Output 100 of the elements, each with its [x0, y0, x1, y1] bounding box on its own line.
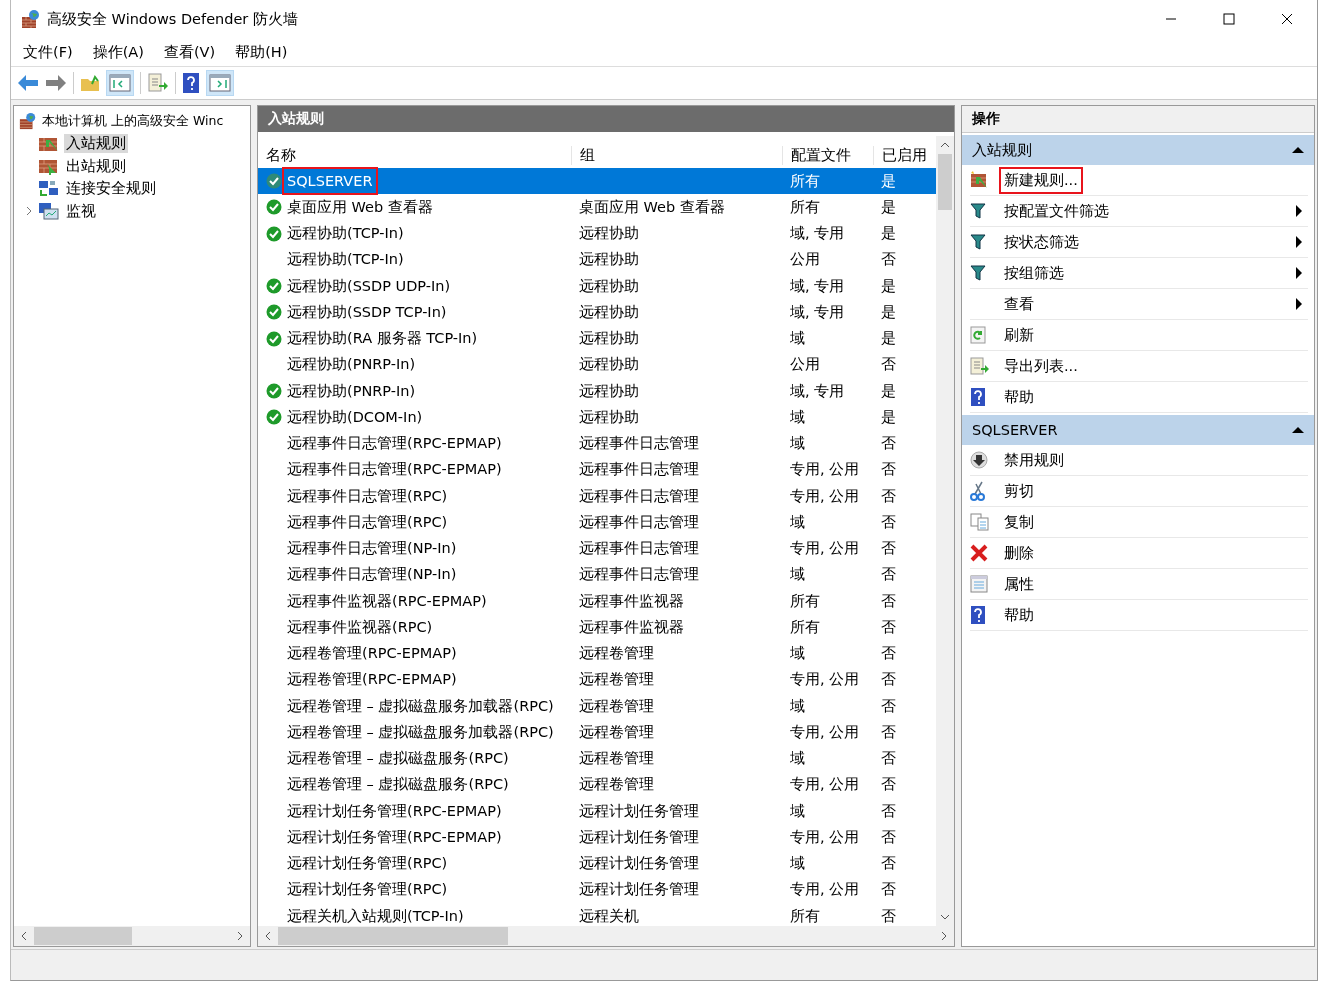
action-item[interactable]: 删除	[970, 538, 1308, 569]
action-item[interactable]: 帮助	[970, 600, 1308, 631]
rule-row[interactable]: 远程卷管理 – 虚拟磁盘服务(RPC) 远程卷管理 专用, 公用 否	[258, 771, 936, 798]
column-header[interactable]: 组	[571, 146, 782, 165]
scroll-thumb[interactable]	[938, 154, 952, 210]
expand-chevron-icon[interactable]	[24, 206, 34, 217]
action-item[interactable]: 属性	[970, 569, 1308, 600]
table-cell: 远程卷管理	[579, 749, 654, 769]
table-cell-text: 远程卷管理(RPC-EPMAP)	[286, 644, 458, 664]
action-item[interactable]: 剪切	[970, 476, 1308, 507]
back-arrow-icon[interactable]	[17, 74, 39, 92]
rule-row[interactable]: 远程协助(TCP-In) 远程协助 公用 否	[258, 246, 936, 273]
rule-row[interactable]: SQLSERVER 所有 是	[258, 168, 936, 195]
tree-item[interactable]: 监视	[64, 201, 98, 221]
action-item[interactable]: 查看	[970, 289, 1308, 320]
scroll-right-icon[interactable]	[237, 931, 243, 941]
action-item[interactable]: 帮助	[970, 382, 1308, 413]
rule-row[interactable]: 远程协助(SSDP TCP-In) 远程协助 域, 专用 是	[258, 299, 936, 326]
tree-item[interactable]: 入站规则	[64, 134, 128, 154]
scroll-left-icon[interactable]	[265, 931, 271, 941]
table-cell-text: 远程关机入站规则(TCP-In)	[286, 906, 465, 926]
table-cell: 远程卷管理	[579, 670, 654, 690]
table-cell: 公用	[790, 250, 820, 270]
rule-row[interactable]: 远程事件日志管理(RPC) 远程事件日志管理 专用, 公用 否	[258, 483, 936, 510]
pane-toggle-icon[interactable]	[106, 70, 134, 96]
rule-row[interactable]: 远程协助(TCP-In) 远程协助 域, 专用 是	[258, 220, 936, 247]
help-icon[interactable]	[182, 72, 200, 94]
rule-row[interactable]: 远程关机入站规则(TCP-In) 远程关机 所有 否	[258, 903, 936, 926]
rule-row[interactable]: 远程协助(PNRP-In) 远程协助 公用 否	[258, 351, 936, 378]
section-header[interactable]: SQLSERVER	[962, 415, 1314, 445]
action-item[interactable]: 新建规则...	[970, 165, 1308, 196]
column-header[interactable]: 配置文件	[782, 146, 873, 165]
collapse-caret-icon[interactable]	[1292, 426, 1304, 434]
table-cell-text: 远程事件日志管理(NP-In)	[286, 539, 458, 559]
brick-wall-arrow-icon	[38, 157, 60, 176]
table-cell: 专用, 公用	[790, 775, 860, 795]
rule-row[interactable]: 远程计划任务管理(RPC) 远程计划任务管理 域 否	[258, 850, 936, 877]
action-pane-toggle-icon[interactable]	[206, 70, 234, 96]
table-cell: 域, 专用	[790, 276, 845, 296]
scroll-down-icon[interactable]	[940, 914, 950, 920]
rule-row[interactable]: 远程事件日志管理(RPC) 远程事件日志管理 域 否	[258, 509, 936, 536]
menu-item[interactable]: 操作(A)	[92, 42, 144, 62]
forward-arrow-icon[interactable]	[45, 74, 67, 92]
tree-item[interactable]: 本地计算机 上的高级安全 Winc	[42, 112, 224, 130]
column-header[interactable]: 名称	[258, 146, 571, 165]
rule-row[interactable]: 远程计划任务管理(RPC) 远程计划任务管理 专用, 公用 否	[258, 876, 936, 903]
tree-item[interactable]: 出站规则	[64, 156, 128, 176]
rule-row[interactable]: 远程协助(RA 服务器 TCP-In) 远程协助 域 是	[258, 325, 936, 352]
rule-row[interactable]: 远程卷管理 – 虚拟磁盘服务加载器(RPC) 远程卷管理 域 否	[258, 693, 936, 720]
rule-row[interactable]: 桌面应用 Web 查看器 桌面应用 Web 查看器 所有 是	[258, 194, 936, 221]
action-item[interactable]: 刷新	[970, 320, 1308, 351]
rule-row[interactable]: 远程计划任务管理(RPC-EPMAP) 远程计划任务管理 专用, 公用 否	[258, 824, 936, 851]
action-item[interactable]: 复制	[970, 507, 1308, 538]
action-item[interactable]: 导出列表...	[970, 351, 1308, 382]
horizontal-scrollbar[interactable]	[14, 926, 250, 946]
table-cell: 远程卷管理	[579, 722, 654, 742]
action-item[interactable]: 禁用规则	[970, 445, 1308, 476]
rule-row[interactable]: 远程卷管理 – 虚拟磁盘服务加载器(RPC) 远程卷管理 专用, 公用 否	[258, 719, 936, 746]
scroll-up-icon[interactable]	[940, 142, 950, 148]
vertical-scrollbar[interactable]	[936, 136, 954, 926]
menu-item[interactable]: 文件(F)	[23, 42, 73, 62]
folder-up-icon[interactable]	[80, 74, 100, 92]
action-item[interactable]: 按配置文件筛选	[970, 196, 1308, 227]
action-label: 帮助	[1003, 387, 1035, 407]
table-cell: 远程协助	[579, 224, 639, 244]
action-label: 复制	[1003, 512, 1035, 532]
horizontal-scrollbar[interactable]	[258, 926, 954, 946]
table-cell: 远程协助	[579, 381, 639, 401]
menu-item[interactable]: 查看(V)	[163, 42, 216, 62]
tree-item[interactable]: 连接安全规则	[64, 179, 158, 199]
scroll-left-icon[interactable]	[21, 931, 27, 941]
filter-icon	[970, 234, 986, 250]
scroll-thumb[interactable]	[278, 927, 508, 945]
rule-row[interactable]: 远程卷管理 – 虚拟磁盘服务(RPC) 远程卷管理 域 否	[258, 745, 936, 772]
export-list-icon[interactable]	[147, 73, 169, 93]
properties-icon	[970, 575, 988, 593]
menu-item[interactable]: 帮助(H)	[235, 42, 288, 62]
scroll-thumb[interactable]	[34, 927, 132, 945]
action-item[interactable]: 按组筛选	[970, 258, 1308, 289]
rule-row[interactable]: 远程事件日志管理(NP-In) 远程事件日志管理 域 否	[258, 561, 936, 588]
help-icon	[970, 387, 986, 407]
rule-row[interactable]: 远程卷管理(RPC-EPMAP) 远程卷管理 专用, 公用 否	[258, 666, 936, 693]
rule-row[interactable]: 远程协助(PNRP-In) 远程协助 域, 专用 是	[258, 378, 936, 405]
rule-row[interactable]: 远程事件监视器(RPC) 远程事件监视器 所有 否	[258, 614, 936, 641]
rule-row[interactable]: 远程事件监视器(RPC-EPMAP) 远程事件监视器 所有 否	[258, 588, 936, 615]
scroll-right-icon[interactable]	[941, 931, 947, 941]
table-cell: 域	[790, 329, 805, 349]
rule-row[interactable]: 远程协助(SSDP UDP-In) 远程协助 域, 专用 是	[258, 273, 936, 300]
maximize-icon[interactable]	[1223, 13, 1235, 25]
section-header[interactable]: 入站规则	[962, 135, 1314, 165]
close-icon[interactable]	[1281, 13, 1293, 25]
rule-row[interactable]: 远程计划任务管理(RPC-EPMAP) 远程计划任务管理 域 否	[258, 798, 936, 825]
rule-row[interactable]: 远程卷管理(RPC-EPMAP) 远程卷管理 域 否	[258, 640, 936, 667]
rule-row[interactable]: 远程协助(DCOM-In) 远程协助 域 是	[258, 404, 936, 431]
rule-row[interactable]: 远程事件日志管理(RPC-EPMAP) 远程事件日志管理 专用, 公用 否	[258, 456, 936, 483]
action-item[interactable]: 按状态筛选	[970, 227, 1308, 258]
column-header[interactable]: 已启用	[873, 146, 935, 165]
rule-row[interactable]: 远程事件日志管理(RPC-EPMAP) 远程事件日志管理 域 否	[258, 430, 936, 457]
rule-row[interactable]: 远程事件日志管理(NP-In) 远程事件日志管理 专用, 公用 否	[258, 535, 936, 562]
collapse-caret-icon[interactable]	[1292, 146, 1304, 154]
